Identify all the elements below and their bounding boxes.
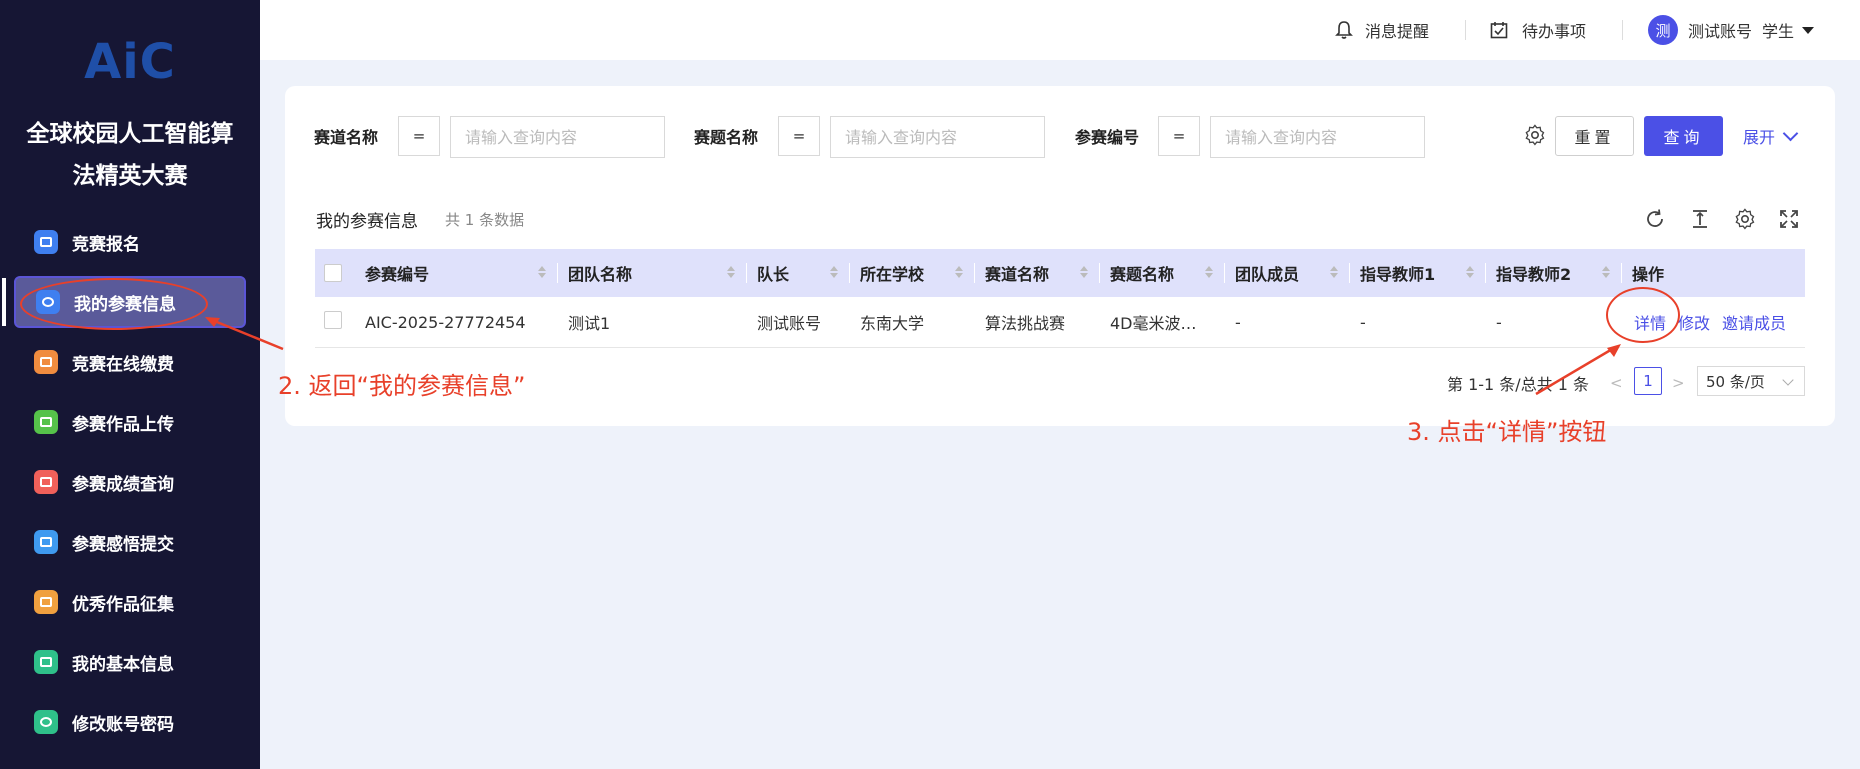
annotation-step-3: 3. 点击“详情”按钮 xyxy=(1407,418,1607,446)
annotation-step-2: 2. 返回“我的参赛信息” xyxy=(278,372,526,400)
